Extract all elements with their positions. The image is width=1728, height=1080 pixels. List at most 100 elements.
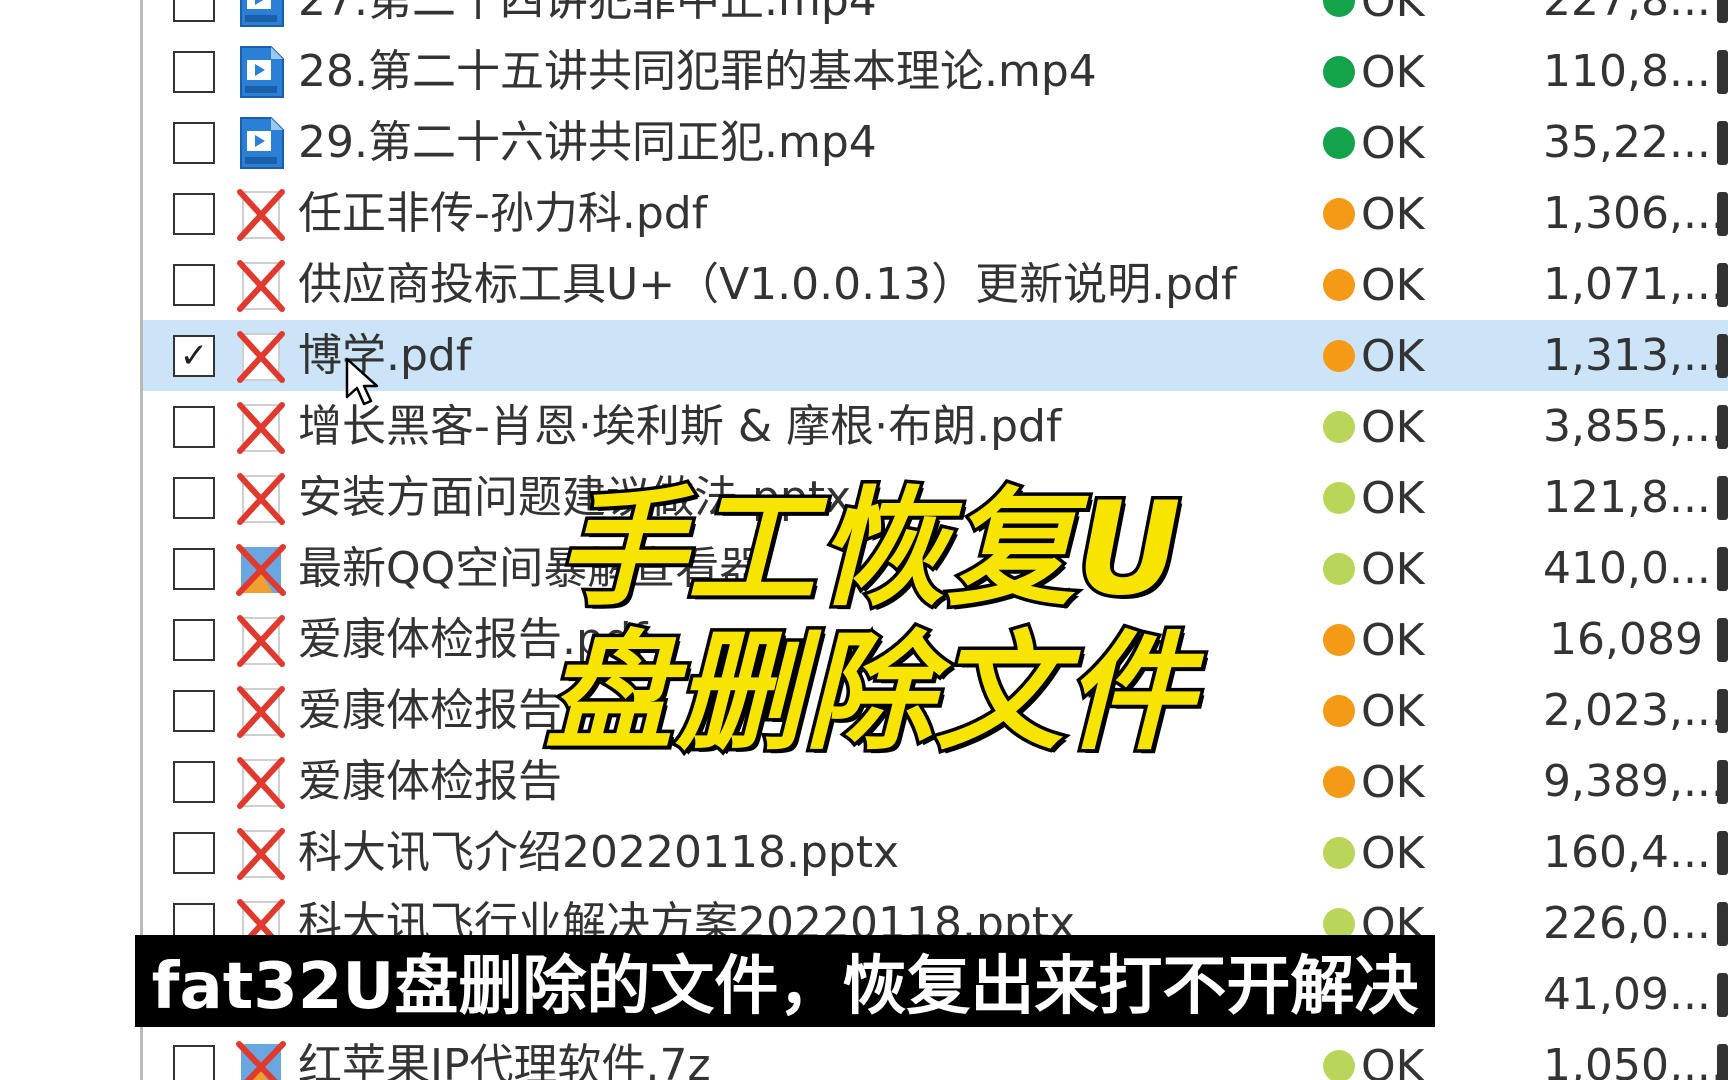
mp4-file-icon	[233, 44, 289, 100]
file-status: OK	[1323, 683, 1425, 739]
file-checkbox[interactable]	[173, 477, 215, 519]
file-size: 110,8...	[1543, 46, 1711, 97]
file-status: OK	[1323, 257, 1425, 313]
truncated-column-marker	[1717, 1044, 1728, 1080]
file-row[interactable]: 供应商投标工具U+（V1.0.0.13）更新说明.pdf OK 1,071,...	[143, 249, 1728, 320]
status-text: OK	[1361, 188, 1425, 240]
file-status: OK	[1323, 754, 1425, 810]
status-text: OK	[1361, 0, 1425, 27]
broken-file-icon	[233, 612, 289, 668]
status-text: OK	[1361, 685, 1425, 737]
status-dot-icon	[1323, 340, 1355, 372]
broken-file-icon	[233, 257, 289, 313]
truncated-column-marker	[1717, 831, 1728, 875]
subtitle-bar: fat32U盘删除的文件，恢复出来打不开解决	[135, 935, 1435, 1027]
status-text: OK	[1361, 756, 1425, 808]
file-row[interactable]: 红苹果IP代理软件.7z OK 1,050,...	[143, 1030, 1728, 1080]
truncated-column-marker	[1717, 547, 1728, 591]
mp4-file-icon	[233, 115, 289, 171]
status-text: OK	[1361, 401, 1425, 453]
file-status: OK	[1323, 470, 1425, 526]
broken-file-icon	[233, 399, 289, 455]
status-dot-icon	[1323, 837, 1355, 869]
file-checkbox[interactable]	[173, 406, 215, 448]
file-name: 增长黑客-肖恩·埃利斯 & 摩根·布朗.pdf	[298, 401, 1062, 452]
file-checkbox[interactable]	[173, 548, 215, 590]
file-name: 爱康体检报告	[298, 756, 562, 807]
file-checkbox[interactable]	[173, 761, 215, 803]
file-checkbox[interactable]	[173, 51, 215, 93]
status-text: OK	[1361, 614, 1425, 666]
file-checkbox[interactable]	[173, 832, 215, 874]
file-name: 任正非传-孙力科.pdf	[298, 188, 708, 239]
broken-image-file-icon	[233, 1038, 289, 1080]
file-checkbox[interactable]	[173, 1045, 215, 1080]
truncated-column-marker	[1717, 0, 1728, 23]
file-name: 27.第二十四讲犯罪中止.mp4	[298, 0, 877, 26]
status-dot-icon	[1323, 766, 1355, 798]
overlay-title-line2: 盘删除文件	[541, 618, 1196, 769]
file-size: 1,306,...	[1543, 188, 1725, 239]
file-size: 16,089	[1549, 614, 1703, 665]
file-checkbox[interactable]: ✓	[173, 335, 215, 377]
broken-file-icon	[233, 683, 289, 739]
file-size: 35,22...	[1543, 117, 1711, 168]
file-status: OK	[1323, 0, 1425, 29]
file-row[interactable]: 任正非传-孙力科.pdf OK 1,306,...	[143, 178, 1728, 249]
broken-image-file-icon	[233, 541, 289, 597]
file-size: 1,050,...	[1543, 1040, 1725, 1080]
truncated-column-marker	[1717, 334, 1728, 378]
subtitle-text: fat32U盘删除的文件，恢复出来打不开解决	[151, 950, 1419, 1024]
broken-file-icon	[233, 328, 289, 384]
status-dot-icon	[1323, 0, 1355, 17]
file-status: OK	[1323, 328, 1425, 384]
broken-file-icon	[233, 470, 289, 526]
status-dot-icon	[1323, 1050, 1355, 1080]
truncated-column-marker	[1717, 50, 1728, 94]
file-status: OK	[1323, 612, 1425, 668]
file-row[interactable]: 科大讯飞介绍20220118.pptx OK 160,4...	[143, 817, 1728, 888]
file-row[interactable]: 27.第二十四讲犯罪中止.mp4 OK 227,8...	[143, 0, 1728, 36]
file-name: 爱康体检报告	[298, 685, 562, 736]
status-dot-icon	[1323, 482, 1355, 514]
file-size: 41,09...	[1543, 969, 1711, 1020]
truncated-column-marker	[1717, 263, 1728, 307]
file-status: OK	[1323, 825, 1425, 881]
file-size: 2,023,...	[1543, 685, 1725, 736]
file-size: 226,0...	[1543, 898, 1711, 949]
status-dot-icon	[1323, 553, 1355, 585]
folder-tree-pane	[0, 0, 143, 1080]
status-text: OK	[1361, 472, 1425, 524]
file-name: 红苹果IP代理软件.7z	[298, 1040, 711, 1080]
file-checkbox[interactable]	[173, 690, 215, 732]
file-name: 28.第二十五讲共同犯罪的基本理论.mp4	[298, 46, 1097, 97]
file-checkbox[interactable]	[173, 619, 215, 661]
truncated-column-marker	[1717, 902, 1728, 946]
broken-file-icon	[233, 186, 289, 242]
status-dot-icon	[1323, 411, 1355, 443]
checkmark-icon: ✓	[179, 336, 209, 376]
status-text: OK	[1361, 827, 1425, 879]
file-checkbox[interactable]	[173, 193, 215, 235]
broken-file-icon	[233, 825, 289, 881]
file-status: OK	[1323, 186, 1425, 242]
file-checkbox[interactable]	[173, 122, 215, 164]
file-row[interactable]: 28.第二十五讲共同犯罪的基本理论.mp4 OK 110,8...	[143, 36, 1728, 107]
status-dot-icon	[1323, 695, 1355, 727]
status-dot-icon	[1323, 127, 1355, 159]
status-text: OK	[1361, 543, 1425, 595]
file-checkbox[interactable]	[173, 0, 215, 22]
file-checkbox[interactable]	[173, 264, 215, 306]
file-size: 3,855,...	[1543, 401, 1725, 452]
truncated-column-marker	[1717, 476, 1728, 520]
file-name: 供应商投标工具U+（V1.0.0.13）更新说明.pdf	[298, 259, 1237, 310]
truncated-column-marker	[1717, 760, 1728, 804]
file-size: 1,313,...	[1543, 330, 1725, 381]
status-text: OK	[1361, 46, 1425, 98]
file-row[interactable]: 29.第二十六讲共同正犯.mp4 OK 35,22...	[143, 107, 1728, 178]
file-status: OK	[1323, 1038, 1425, 1080]
status-text: OK	[1361, 1040, 1425, 1080]
status-dot-icon	[1323, 624, 1355, 656]
broken-file-icon	[233, 754, 289, 810]
status-dot-icon	[1323, 269, 1355, 301]
